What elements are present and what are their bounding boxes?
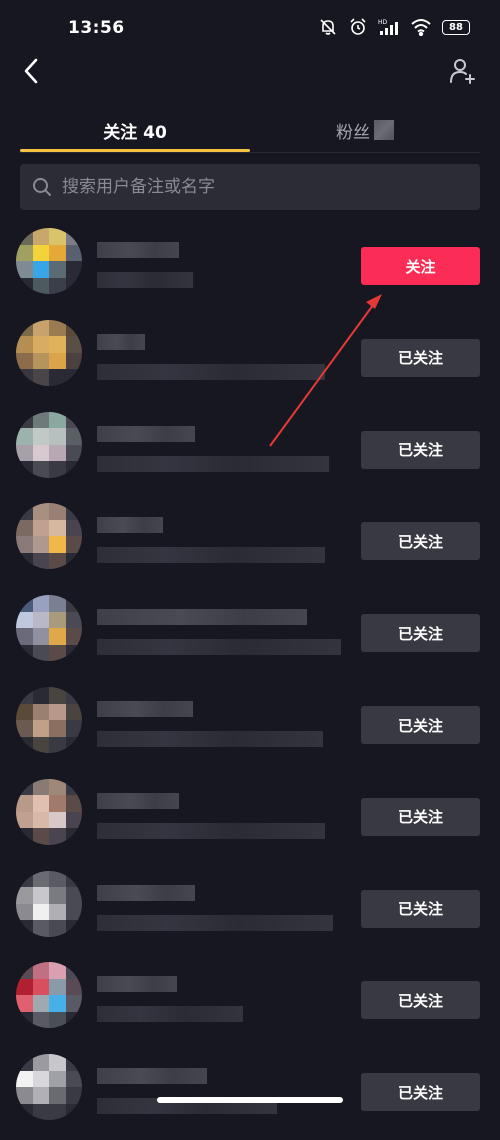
avatar-pixelated-image — [16, 962, 82, 1029]
following-button[interactable]: 已关注 — [361, 522, 480, 561]
tab-following-label: 关注 40 — [103, 122, 167, 143]
following-button[interactable]: 已关注 — [361, 981, 480, 1020]
avatar[interactable] — [16, 228, 82, 294]
battery-icon: 88 — [442, 19, 470, 35]
back-button[interactable] — [16, 54, 46, 88]
mute-icon — [318, 17, 338, 37]
following-button[interactable]: 已关注 — [361, 430, 480, 469]
username-blurred — [97, 884, 195, 901]
user-row[interactable]: 已关注 — [0, 956, 500, 1048]
following-button[interactable]: 已关注 — [361, 889, 480, 928]
avatar-pixelated-image — [16, 503, 82, 570]
avatar-pixelated-image — [16, 411, 82, 478]
following-button[interactable]: 已关注 — [361, 1073, 480, 1112]
avatar[interactable] — [16, 962, 82, 1029]
tabs: 关注 40 粉丝 — [0, 108, 500, 154]
user-description-blurred — [97, 455, 329, 472]
avatar[interactable] — [16, 411, 82, 478]
username-blurred — [97, 333, 145, 350]
tab-fans-label: 粉丝 — [336, 122, 370, 143]
avatar-pixelated-image — [16, 228, 82, 294]
following-button[interactable]: 已关注 — [361, 706, 480, 744]
tab-divider — [20, 152, 480, 153]
user-description-blurred — [97, 272, 193, 288]
svg-text:HD: HD — [378, 19, 388, 26]
avatar[interactable] — [16, 687, 82, 753]
avatar-pixelated-image — [16, 319, 82, 386]
follow-button[interactable]: 关注 — [361, 247, 480, 285]
user-description-blurred — [97, 639, 341, 656]
avatar-pixelated-image — [16, 1054, 82, 1121]
user-description-blurred — [97, 1006, 243, 1023]
username-blurred — [97, 1068, 207, 1085]
avatar-pixelated-image — [16, 778, 82, 845]
avatar[interactable] — [16, 319, 82, 386]
user-row[interactable]: 已关注 — [0, 681, 500, 773]
user-description-blurred — [97, 822, 325, 839]
avatar[interactable] — [16, 1054, 82, 1121]
username-blurred — [97, 517, 163, 534]
status-time: 13:56 — [68, 18, 125, 38]
avatar[interactable] — [16, 870, 82, 937]
search-input[interactable] — [60, 176, 464, 198]
fans-count-blurred — [374, 120, 394, 140]
alarm-icon — [348, 17, 368, 37]
user-row[interactable]: 已关注 — [0, 497, 500, 589]
avatar[interactable] — [16, 778, 82, 845]
following-button[interactable]: 已关注 — [361, 797, 480, 836]
user-description-blurred — [97, 363, 325, 380]
username-blurred — [97, 701, 193, 717]
tab-following[interactable]: 关注 40 — [20, 108, 250, 152]
user-row[interactable]: 关注 — [0, 222, 500, 314]
following-button[interactable]: 已关注 — [361, 338, 480, 377]
username-blurred — [97, 425, 195, 442]
user-description-blurred — [97, 914, 333, 931]
avatar-pixelated-image — [16, 595, 82, 662]
hd-signal-icon: HD — [378, 17, 400, 37]
avatar-pixelated-image — [16, 687, 82, 753]
search-box[interactable] — [20, 164, 480, 210]
user-row[interactable]: 已关注 — [0, 406, 500, 498]
username-blurred — [97, 609, 307, 626]
user-description-blurred — [97, 547, 325, 564]
user-row[interactable]: 已关注 — [0, 773, 500, 865]
user-description-blurred — [97, 731, 323, 747]
nav-bar — [0, 48, 500, 94]
tab-fans[interactable]: 粉丝 — [250, 108, 480, 152]
user-row[interactable]: 已关注 — [0, 865, 500, 957]
add-user-icon — [450, 59, 475, 84]
chevron-left-icon — [24, 58, 38, 84]
wifi-icon — [410, 18, 432, 36]
avatar[interactable] — [16, 503, 82, 570]
home-indicator[interactable] — [157, 1097, 343, 1103]
following-button[interactable]: 已关注 — [361, 614, 480, 653]
add-friend-button[interactable] — [446, 54, 480, 88]
user-row[interactable]: 已关注 — [0, 1048, 500, 1140]
username-blurred — [97, 976, 177, 993]
search-icon — [32, 177, 52, 197]
user-row[interactable]: 已关注 — [0, 314, 500, 406]
avatar[interactable] — [16, 595, 82, 662]
username-blurred — [97, 792, 179, 809]
user-row[interactable]: 已关注 — [0, 589, 500, 681]
username-blurred — [97, 242, 179, 258]
status-icons: HD 88 — [318, 17, 470, 37]
avatar-pixelated-image — [16, 870, 82, 937]
